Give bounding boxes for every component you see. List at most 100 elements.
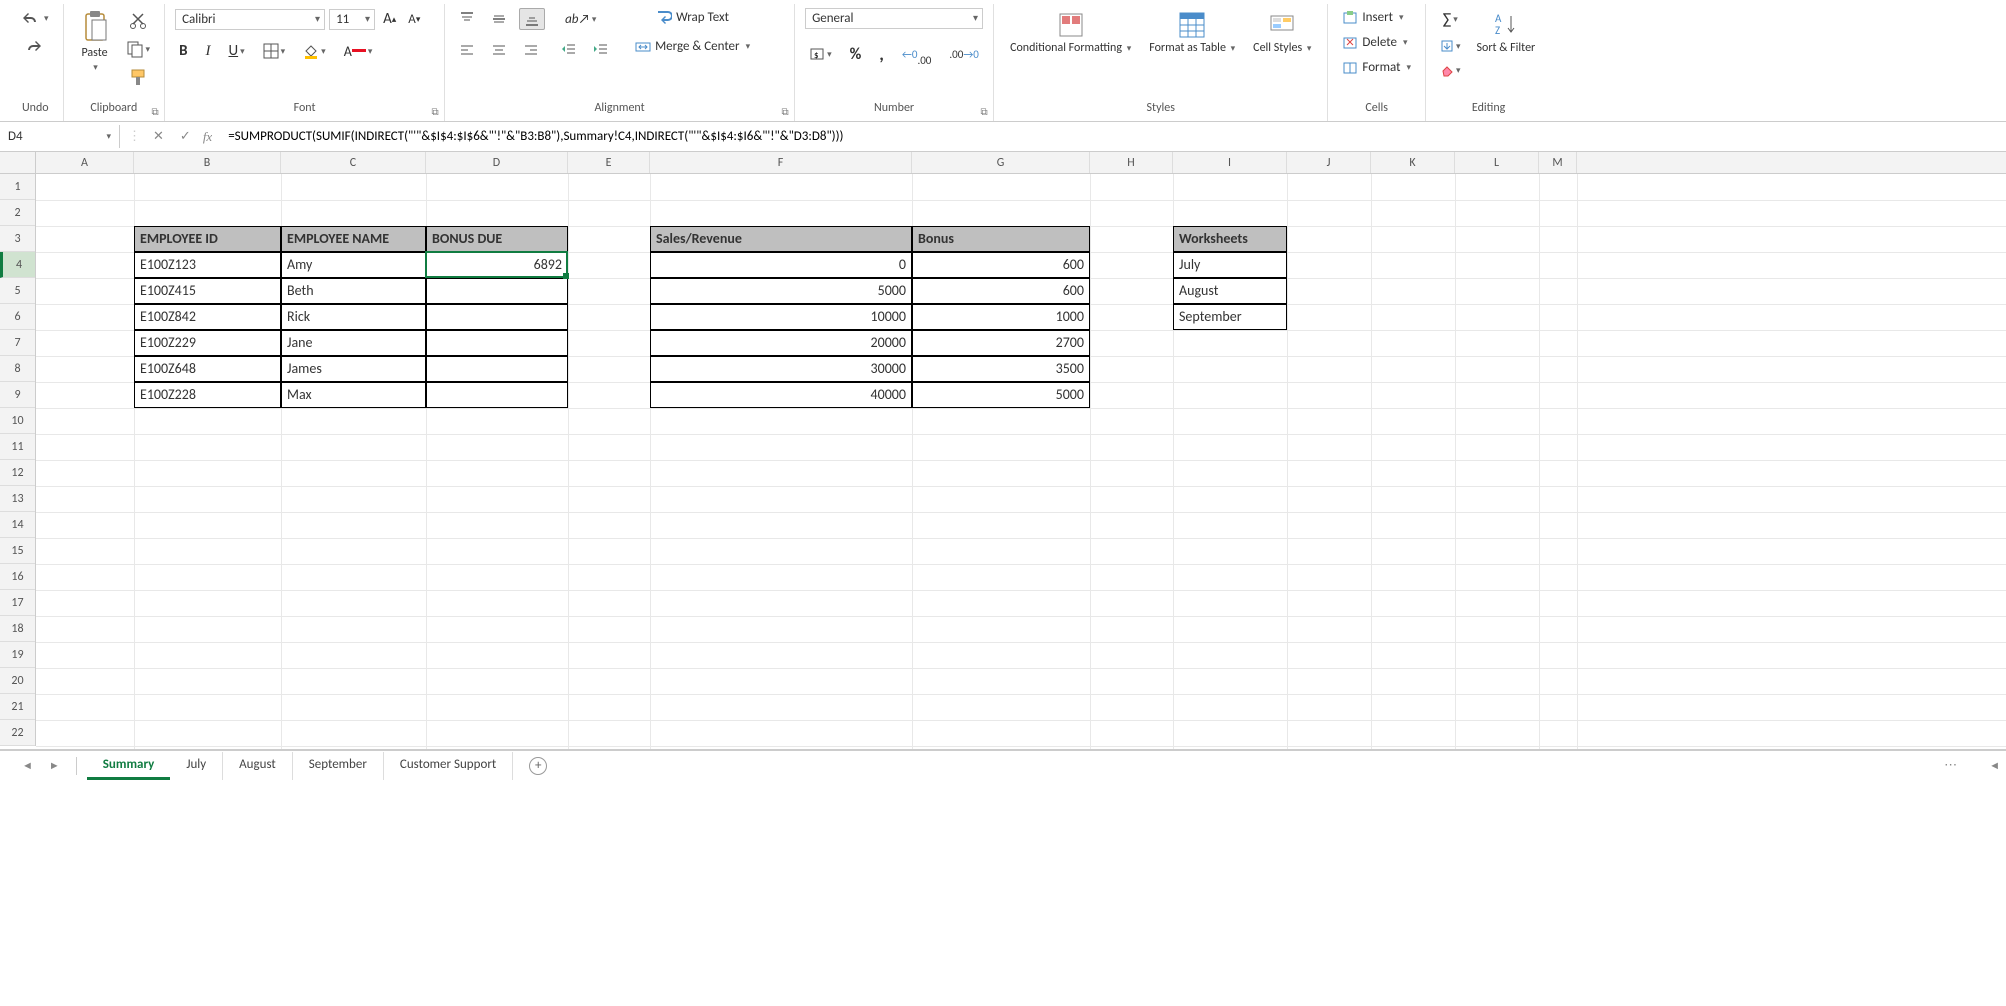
cell-C7[interactable]: Jane (281, 330, 426, 356)
cell-B7[interactable]: E100Z229 (134, 330, 281, 356)
cell-B4[interactable]: E100Z123 (134, 252, 281, 278)
decrease-decimal-button[interactable]: .00→0 (945, 46, 982, 63)
decrease-font-button[interactable]: A▾ (404, 10, 424, 29)
column-header-M[interactable]: M (1539, 152, 1577, 173)
cell-D5[interactable] (426, 278, 568, 304)
cell-F5[interactable]: 5000 (650, 278, 912, 304)
insert-cells-button[interactable]: Insert▾ (1338, 8, 1407, 27)
sheet-tab-july[interactable]: July (170, 752, 223, 780)
column-header-J[interactable]: J (1287, 152, 1371, 173)
cell-G4[interactable]: 600 (912, 252, 1090, 278)
alignment-dialog-launcher[interactable]: ⧉ (778, 105, 792, 119)
orientation-button[interactable]: ab↗▾ (561, 10, 600, 29)
column-header-G[interactable]: G (912, 152, 1090, 173)
column-header-B[interactable]: B (134, 152, 281, 173)
wrap-text-button[interactable]: Wrap Text (631, 8, 754, 27)
column-header-A[interactable]: A (36, 152, 134, 173)
paste-button[interactable]: Paste ▾ (74, 8, 116, 75)
cell-D9[interactable] (426, 382, 568, 408)
add-sheet-button[interactable]: + (529, 757, 547, 775)
cell-D3[interactable]: BONUS DUE (426, 226, 568, 252)
cell-F9[interactable]: 40000 (650, 382, 912, 408)
cell-C6[interactable]: Rick (281, 304, 426, 330)
spreadsheet-grid[interactable]: ABCDEFGHIJKLM 12345678910111213141516171… (0, 152, 2006, 750)
row-header-14[interactable]: 14 (0, 512, 35, 538)
copy-button[interactable]: ▾ (122, 38, 155, 60)
merge-center-button[interactable]: Merge & Center▾ (631, 37, 754, 56)
cancel-formula-button[interactable]: ✕ (149, 127, 168, 146)
cell-F7[interactable]: 20000 (650, 330, 912, 356)
align-bottom-button[interactable] (519, 8, 545, 30)
cell-I6[interactable]: September (1173, 304, 1287, 330)
align-center-button[interactable] (487, 40, 511, 60)
cell-B9[interactable]: E100Z228 (134, 382, 281, 408)
sort-filter-button[interactable]: AZ Sort & Filter (1471, 8, 1542, 57)
enter-formula-button[interactable]: ✓ (176, 127, 195, 146)
sheet-nav-next[interactable]: ► (43, 759, 66, 772)
formula-input[interactable] (220, 125, 2006, 148)
row-header-6[interactable]: 6 (0, 304, 35, 330)
accounting-format-button[interactable]: $▾ (805, 44, 836, 64)
align-top-button[interactable] (455, 9, 479, 29)
cell-F8[interactable]: 30000 (650, 356, 912, 382)
bold-button[interactable]: B (175, 40, 191, 62)
column-header-L[interactable]: L (1455, 152, 1539, 173)
cell-B6[interactable]: E100Z842 (134, 304, 281, 330)
font-color-button[interactable]: A▾ (340, 41, 377, 62)
cell-C9[interactable]: Max (281, 382, 426, 408)
row-header-21[interactable]: 21 (0, 694, 35, 720)
format-painter-button[interactable] (122, 66, 155, 88)
cell-C5[interactable]: Beth (281, 278, 426, 304)
row-header-20[interactable]: 20 (0, 668, 35, 694)
cell-I5[interactable]: August (1173, 278, 1287, 304)
font-dialog-launcher[interactable]: ⧉ (428, 105, 442, 119)
column-header-E[interactable]: E (568, 152, 650, 173)
row-header-15[interactable]: 15 (0, 538, 35, 564)
sheet-nav-prev[interactable]: ◄ (16, 759, 39, 772)
row-header-7[interactable]: 7 (0, 330, 35, 356)
font-name-select[interactable]: Calibri (175, 9, 325, 30)
border-button[interactable]: ▾ (259, 41, 290, 61)
clipboard-dialog-launcher[interactable]: ⧉ (148, 105, 162, 119)
delete-cells-button[interactable]: Delete▾ (1338, 33, 1411, 52)
italic-button[interactable]: I (201, 41, 214, 62)
cell-D8[interactable] (426, 356, 568, 382)
row-header-18[interactable]: 18 (0, 616, 35, 642)
row-header-16[interactable]: 16 (0, 564, 35, 590)
column-header-K[interactable]: K (1371, 152, 1455, 173)
fill-color-button[interactable]: ▾ (299, 41, 330, 61)
increase-indent-button[interactable] (589, 40, 613, 60)
cell-B5[interactable]: E100Z415 (134, 278, 281, 304)
cell-G6[interactable]: 1000 (912, 304, 1090, 330)
row-header-12[interactable]: 12 (0, 460, 35, 486)
clear-button[interactable]: ▾ (1436, 61, 1465, 79)
column-header-D[interactable]: D (426, 152, 568, 173)
cell-B3[interactable]: EMPLOYEE ID (134, 226, 281, 252)
increase-decimal-button[interactable]: ←0.00 (898, 39, 935, 69)
cell-F6[interactable]: 10000 (650, 304, 912, 330)
cell-styles-button[interactable]: Cell Styles ▾ (1247, 8, 1317, 57)
cell-I4[interactable]: July (1173, 252, 1287, 278)
cell-F4[interactable]: 0 (650, 252, 912, 278)
cell-C4[interactable]: Amy (281, 252, 426, 278)
increase-font-button[interactable]: A▴ (379, 8, 400, 30)
select-all-corner[interactable] (0, 152, 36, 173)
decrease-indent-button[interactable] (557, 40, 581, 60)
row-header-8[interactable]: 8 (0, 356, 35, 382)
sheet-tab-august[interactable]: August (223, 752, 293, 780)
align-left-button[interactable] (455, 40, 479, 60)
row-header-13[interactable]: 13 (0, 486, 35, 512)
row-header-1[interactable]: 1 (0, 174, 35, 200)
percent-button[interactable]: % (846, 43, 866, 66)
cell-C3[interactable]: EMPLOYEE NAME (281, 226, 426, 252)
hscroll-left[interactable]: ◄ (1983, 759, 2006, 772)
row-header-10[interactable]: 10 (0, 408, 35, 434)
align-right-button[interactable] (519, 40, 543, 60)
cell-G5[interactable]: 600 (912, 278, 1090, 304)
fill-button[interactable]: ▾ (1436, 37, 1465, 55)
cell-G7[interactable]: 2700 (912, 330, 1090, 356)
conditional-formatting-button[interactable]: Conditional Formatting ▾ (1004, 8, 1137, 57)
cell-D6[interactable] (426, 304, 568, 330)
row-header-19[interactable]: 19 (0, 642, 35, 668)
row-header-3[interactable]: 3 (0, 226, 35, 252)
